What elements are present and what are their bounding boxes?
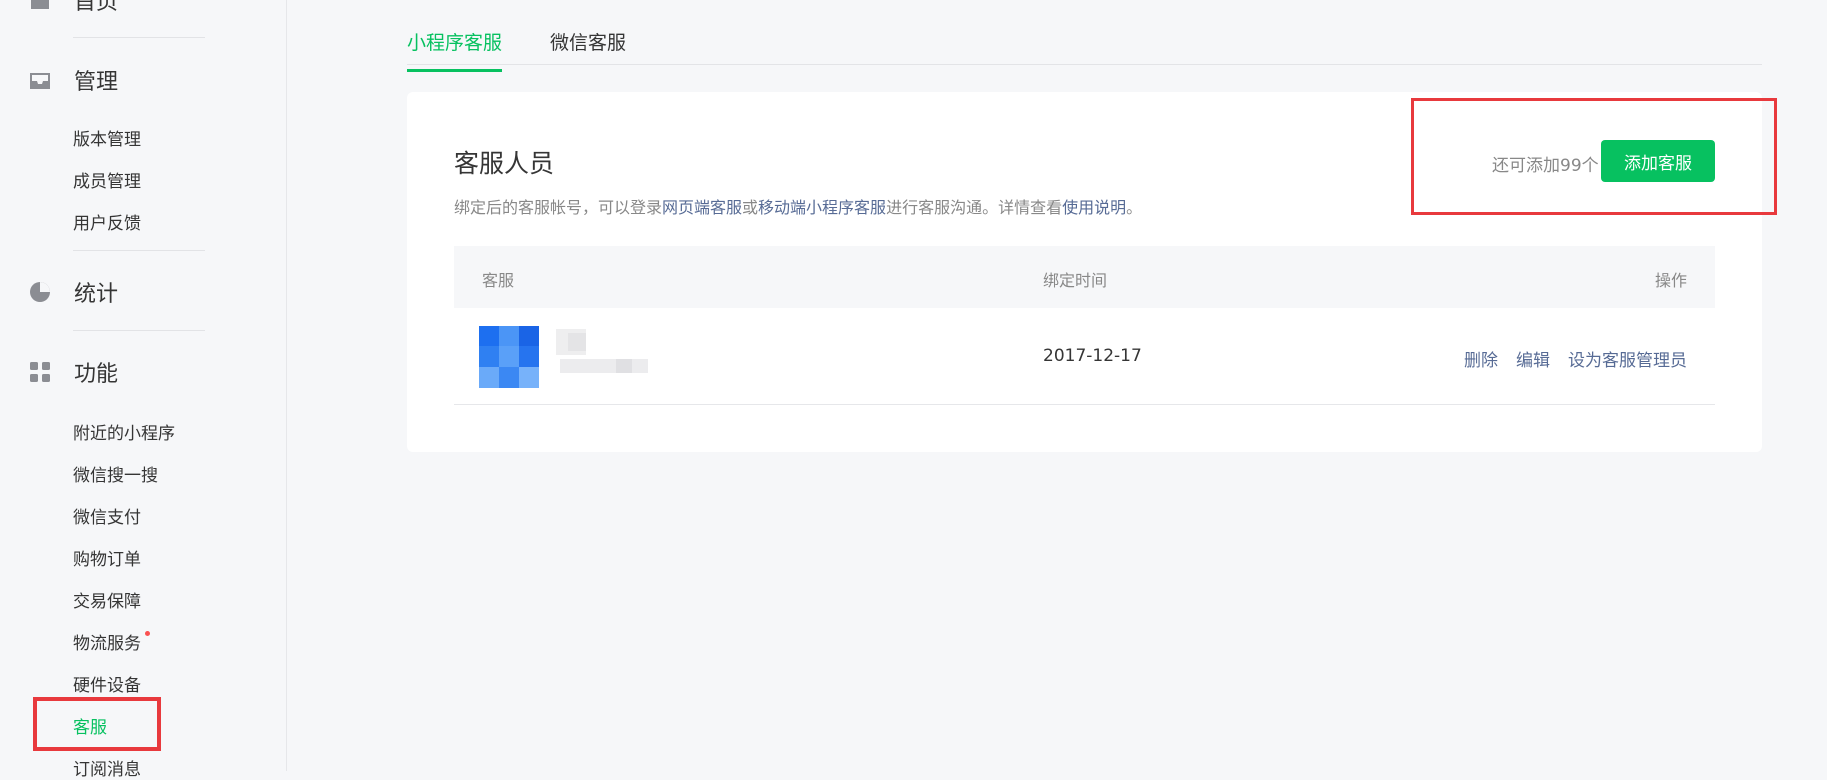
- desc-text: 进行客服沟通。详情查看: [886, 198, 1063, 217]
- tab-bar: 小程序客服 微信客服: [407, 0, 1762, 72]
- sidebar-item-label: 首页: [74, 0, 119, 15]
- grid-icon: [28, 360, 52, 384]
- divider: [73, 37, 205, 38]
- set-admin-link[interactable]: 设为客服管理员: [1568, 351, 1687, 371]
- card-description: 绑定后的客服帐号，可以登录网页端客服或移动端小程序客服进行客服沟通。详情查看使用…: [454, 194, 1142, 218]
- divider: [73, 330, 205, 331]
- edit-link[interactable]: 编辑: [1516, 351, 1550, 371]
- sidebar-item-members[interactable]: 成员管理: [73, 167, 141, 192]
- agent-name-blurred: [556, 329, 648, 379]
- delete-link[interactable]: 删除: [1464, 351, 1498, 371]
- sidebar-item-nearby[interactable]: 附近的小程序: [73, 419, 175, 444]
- tab-wechat-cs[interactable]: 微信客服: [550, 28, 626, 69]
- sidebar-item-guarantee[interactable]: 交易保障: [73, 587, 141, 612]
- home-icon: [28, 0, 52, 12]
- sidebar-item-logistics[interactable]: 物流服务: [73, 629, 150, 654]
- pie-chart-icon: [28, 280, 52, 304]
- sidebar-item-pay[interactable]: 微信支付: [73, 503, 141, 528]
- sidebar-item-subscription[interactable]: 订阅消息: [73, 755, 141, 780]
- usage-guide-link[interactable]: 使用说明: [1062, 198, 1126, 217]
- header-agent: 客服: [482, 271, 515, 290]
- sidebar-item-home[interactable]: 首页: [28, 0, 119, 15]
- sidebar-group-label: 统计: [74, 282, 119, 307]
- sidebar-item-orders[interactable]: 购物订单: [73, 545, 141, 570]
- mobile-cs-link[interactable]: 移动端小程序客服: [758, 198, 886, 217]
- divider: [73, 250, 205, 251]
- avatar: [479, 326, 539, 388]
- table-row: 2017-12-17 删除 编辑 设为客服管理员: [454, 308, 1715, 405]
- sidebar-item-version[interactable]: 版本管理: [73, 125, 141, 150]
- sidebar-item-search[interactable]: 微信搜一搜: [73, 461, 158, 486]
- highlight-outline: [33, 697, 161, 751]
- cs-table: 客服 绑定时间 操作 2017-12-17 删除 编辑 设为客服管理员: [454, 246, 1715, 405]
- desc-text: 。: [1126, 198, 1143, 217]
- web-cs-link[interactable]: 网页端客服: [662, 198, 742, 217]
- header-bind-time: 绑定时间: [1043, 271, 1108, 290]
- row-actions: 删除 编辑 设为客服管理员: [1446, 346, 1687, 371]
- sidebar-group-features[interactable]: 功能: [28, 358, 119, 387]
- tab-miniprogram-cs[interactable]: 小程序客服: [407, 28, 503, 72]
- highlight-outline: [1411, 98, 1777, 215]
- sidebar-group-manage[interactable]: 管理: [28, 66, 119, 95]
- sidebar-group-label: 功能: [74, 362, 119, 387]
- notification-dot: [145, 631, 150, 636]
- sidebar: 首页 管理 版本管理 成员管理 用户反馈 统计 功能 附近的小程序 微信搜一搜 …: [0, 0, 287, 780]
- bind-time: 2017-12-17: [1043, 346, 1142, 366]
- inbox-icon: [28, 68, 52, 92]
- table-header: 客服 绑定时间 操作: [454, 246, 1715, 308]
- desc-text: 或: [742, 198, 759, 217]
- sidebar-group-stats[interactable]: 统计: [28, 278, 119, 307]
- sidebar-group-label: 管理: [74, 70, 119, 95]
- card-title: 客服人员: [454, 149, 555, 178]
- sidebar-item-hardware[interactable]: 硬件设备: [73, 671, 141, 696]
- header-ops: 操作: [1654, 271, 1687, 290]
- sidebar-item-feedback[interactable]: 用户反馈: [73, 209, 141, 234]
- sidebar-item-label: 物流服务: [73, 634, 141, 654]
- desc-text: 绑定后的客服帐号，可以登录: [454, 198, 663, 217]
